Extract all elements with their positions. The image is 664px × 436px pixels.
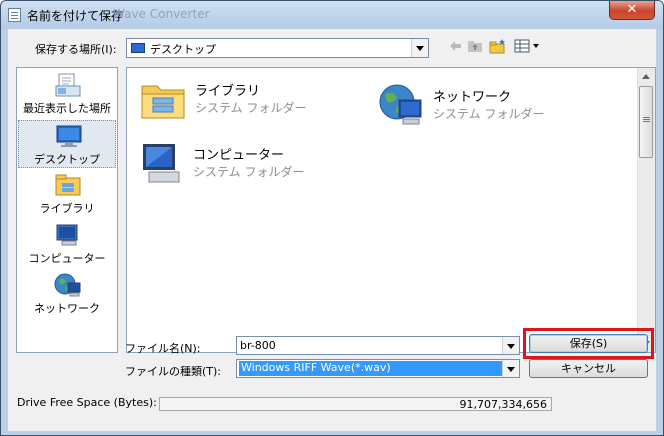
filetype-dropdown[interactable]: Windows RIFF Wave(*.wav)	[236, 359, 520, 378]
file-name: コンピューター	[193, 148, 285, 163]
save-location-label: 保存する場所(I):	[35, 43, 117, 56]
place-item-desktop[interactable]: デスクトップ	[18, 120, 116, 168]
chevron-down-icon[interactable]	[502, 360, 519, 377]
save-location-value: デスクトップ	[150, 43, 216, 56]
places-bar: 最近表示した場所 デスクトップ ライブラリ コンピューター ネットワーク	[16, 67, 118, 353]
save-dialog-window: 名前を付けて保存 Wave Converter ✕ 保存する場所(I): デスク…	[0, 0, 664, 436]
save-location-dropdown[interactable]: デスクトップ	[126, 38, 429, 58]
title-bar[interactable]: 名前を付けて保存 Wave Converter ✕	[1, 1, 663, 29]
place-item-computer[interactable]: コンピューター	[18, 220, 116, 268]
place-label: コンピューター	[28, 252, 106, 265]
computer-icon	[143, 144, 180, 183]
view-menu-icon[interactable]	[514, 38, 542, 54]
file-item-computer[interactable]: コンピューター システム フォルダー	[137, 140, 337, 190]
network-icon	[54, 273, 81, 297]
desktop-icon	[56, 125, 82, 147]
cancel-button[interactable]: キャンセル	[529, 359, 648, 378]
place-item-recent-places[interactable]: 最近表示した場所	[18, 70, 116, 118]
filename-label: ファイル名(N):	[125, 342, 201, 355]
desktop-icon	[131, 43, 145, 53]
close-button[interactable]: ✕	[609, 1, 655, 20]
place-label: ネットワーク	[34, 302, 100, 315]
file-type: システム フォルダー	[193, 165, 305, 179]
place-item-network[interactable]: ネットワーク	[18, 270, 116, 318]
libraries-folder-icon	[141, 85, 185, 119]
libraries-icon	[55, 174, 81, 196]
file-item-network[interactable]: ネットワーク システム フォルダー	[377, 82, 597, 132]
file-name: ライブラリ	[195, 84, 261, 99]
new-folder-icon[interactable]	[489, 38, 507, 54]
place-label: ライブラリ	[39, 202, 95, 215]
file-type: システム フォルダー	[195, 101, 307, 115]
chevron-down-icon[interactable]	[502, 337, 519, 354]
free-space-bar: 91,707,334,656	[159, 397, 552, 411]
dialog-body: 保存する場所(I): デスクトップ 最近表示した場所 デスクトップ ライブラリ …	[8, 29, 656, 431]
free-space-value: 91,707,334,656	[459, 398, 547, 411]
network-globe-icon	[379, 84, 422, 125]
highlight-frame	[523, 328, 654, 359]
recent-places-icon	[55, 73, 81, 97]
close-icon: ✕	[626, 2, 638, 17]
filetype-label: ファイルの種類(T):	[125, 365, 222, 378]
free-space-label: Drive Free Space (Bytes):	[17, 396, 157, 409]
file-list-scrollbar[interactable]	[637, 68, 655, 352]
up-folder-icon[interactable]	[467, 38, 483, 54]
file-type: システム フォルダー	[433, 107, 545, 121]
place-label: 最近表示した場所	[23, 102, 111, 115]
chevron-down-icon[interactable]	[411, 39, 428, 57]
computer-icon	[56, 224, 78, 246]
file-list[interactable]: ライブラリ システム フォルダー ネットワーク システム フォルダー コンピュー…	[126, 67, 656, 353]
scrollbar-thumb[interactable]	[639, 86, 653, 158]
scroll-up-icon[interactable]	[638, 68, 655, 85]
filename-combo[interactable]: br-800	[236, 336, 520, 355]
file-item-libraries[interactable]: ライブラリ システム フォルダー	[139, 76, 339, 126]
filename-input[interactable]: br-800	[240, 339, 276, 352]
place-item-libraries[interactable]: ライブラリ	[18, 170, 116, 218]
window-title-ghost: Wave Converter	[113, 7, 210, 21]
filetype-value: Windows RIFF Wave(*.wav)	[239, 361, 502, 376]
back-arrow-icon[interactable]	[448, 38, 462, 54]
place-label: デスクトップ	[34, 153, 100, 166]
window-title: 名前を付けて保存	[27, 9, 124, 23]
document-icon	[8, 8, 21, 22]
file-name: ネットワーク	[433, 90, 512, 105]
